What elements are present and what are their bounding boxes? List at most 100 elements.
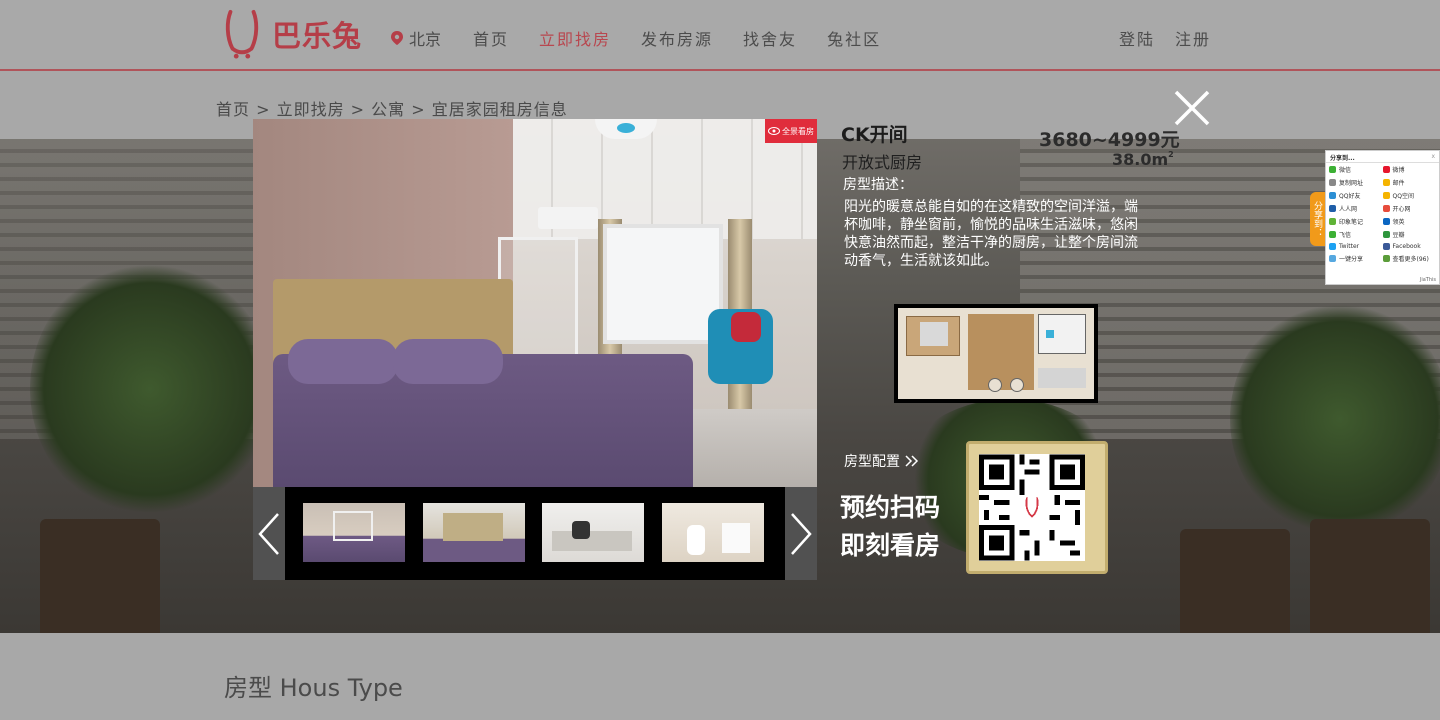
plant-right: [1230, 299, 1440, 539]
share-close-button[interactable]: x: [1431, 153, 1435, 160]
chair: [1180, 529, 1290, 633]
share-option-icon: [1382, 179, 1390, 186]
share-option-label: 人人网: [1339, 206, 1358, 213]
share-option[interactable]: 印象笔记: [1329, 217, 1383, 226]
share-option[interactable]: 一键分享: [1329, 254, 1383, 263]
share-option-icon: [1329, 231, 1336, 238]
share-footer[interactable]: JiaThis: [1420, 277, 1436, 283]
share-option[interactable]: 邮件: [1382, 178, 1437, 187]
share-option[interactable]: QQ空间: [1382, 191, 1437, 200]
vr-view-badge[interactable]: 全景看房: [765, 119, 817, 143]
breadcrumb: 首页 > 立即找房 > 公寓 > 宜居家园租房信息: [216, 100, 568, 119]
share-option-label: Twitter: [1339, 243, 1360, 250]
qr-code[interactable]: [979, 454, 1085, 561]
share-option[interactable]: 查看更多(96): [1382, 254, 1437, 263]
nav-home[interactable]: 首页: [473, 26, 509, 50]
share-option-label: Facebook: [1392, 243, 1421, 250]
qr-code-pattern: [979, 454, 1085, 561]
share-option-icon: [1382, 255, 1390, 262]
share-option-icon: [1329, 166, 1336, 173]
price-range: 3680~4999元: [1039, 129, 1180, 151]
floor-plan-image[interactable]: [894, 304, 1098, 403]
site-logo[interactable]: 巴乐兔: [222, 8, 362, 60]
share-option-label: 一键分享: [1339, 256, 1364, 263]
nav-find-roommate[interactable]: 找舍友: [743, 26, 797, 50]
share-option-icon: [1329, 179, 1336, 186]
main-room-photo[interactable]: [253, 119, 817, 487]
share-option-icon: [1382, 192, 1390, 199]
thumbnail-4[interactable]: [662, 503, 764, 562]
chevron-right-icon: [791, 512, 812, 555]
room-area-unit: 2: [1168, 150, 1174, 159]
share-option-label: 微博: [1392, 167, 1405, 174]
share-option-icon: [1329, 218, 1336, 225]
share-option-label: 邮件: [1392, 180, 1405, 187]
share-option-icon: [1382, 166, 1390, 173]
share-option[interactable]: Facebook: [1382, 243, 1437, 250]
rabbit-logo-icon: [225, 9, 259, 59]
share-option[interactable]: Twitter: [1329, 243, 1383, 250]
nav-post-listing[interactable]: 发布房源: [641, 26, 713, 50]
thumbnail-1[interactable]: [303, 503, 405, 562]
thumbnail-3[interactable]: [542, 503, 644, 562]
share-option-icon: [1329, 192, 1336, 199]
city-selector[interactable]: 北京: [390, 26, 441, 50]
nav-community[interactable]: 兔社区: [827, 26, 881, 50]
share-option[interactable]: 豆瓣: [1382, 230, 1437, 239]
logo-text: 巴乐兔: [272, 19, 363, 53]
auth-links: 登陆 注册: [1119, 26, 1231, 50]
prev-photo-button[interactable]: [253, 487, 285, 580]
share-option[interactable]: 领英: [1382, 217, 1437, 226]
share-panel-header: 分享到... x: [1326, 151, 1439, 163]
qr-code-door-frame: [966, 441, 1108, 574]
share-tab[interactable]: 分享到：: [1310, 192, 1325, 246]
register-link[interactable]: 注册: [1175, 26, 1211, 50]
chair: [1310, 519, 1430, 633]
login-link[interactable]: 登陆: [1119, 26, 1155, 50]
share-option-label: 豆瓣: [1392, 232, 1405, 239]
vr-badge-label: 全景看房: [782, 126, 814, 136]
share-option[interactable]: 飞信: [1329, 230, 1383, 239]
share-option-label: 复制网址: [1339, 180, 1364, 187]
qr-cta-line-2: 即刻看房: [840, 531, 941, 560]
share-option-label: 领英: [1392, 219, 1405, 226]
share-option[interactable]: 微信: [1329, 165, 1383, 174]
qr-cta-line-1: 预约扫码: [840, 493, 941, 522]
share-panel: 分享到... x 微信 微博复制网址 邮件 QQ好友 QQ空间人人网 开心网印象笔记 领英飞…: [1325, 150, 1440, 285]
close-modal-button[interactable]: [1172, 88, 1212, 128]
share-option[interactable]: QQ好友: [1329, 191, 1383, 200]
floor-plan-drawing: [898, 308, 1094, 399]
share-option[interactable]: 复制网址: [1329, 178, 1383, 187]
room-area: 38.0m2: [1112, 150, 1174, 169]
photo-window: [603, 224, 723, 344]
main-nav: 首页 立即找房 发布房源 找舍友 兔社区: [473, 26, 911, 50]
next-photo-button[interactable]: [785, 487, 817, 580]
photo-cushion: [731, 312, 761, 342]
photo-pillow: [288, 339, 398, 384]
site-header: 巴乐兔 北京 首页 立即找房 发布房源 找舍友 兔社区 登陆 注册: [0, 0, 1440, 71]
share-option-icon: [1382, 218, 1390, 225]
plant-left: [30, 259, 270, 519]
share-option[interactable]: 微博: [1382, 165, 1437, 174]
room-area-value: 38.0m: [1112, 150, 1169, 169]
share-option[interactable]: 开心网: [1382, 204, 1437, 213]
room-type-title: CK开间: [841, 124, 908, 146]
share-option[interactable]: 人人网: [1329, 204, 1383, 213]
room-config-link[interactable]: 房型配置: [844, 451, 920, 471]
room-feature: 开放式厨房: [842, 153, 923, 172]
description-text: 阳光的暖意总能自如的在这精致的空间洋溢，端杯咖啡，静坐窗前，愉悦的品味生活滋味，…: [844, 199, 1138, 269]
share-option-icon: [1329, 205, 1336, 212]
share-option-icon: [1382, 205, 1390, 212]
double-chevron-right-icon: [905, 455, 919, 467]
share-option-label: 查看更多(96): [1392, 256, 1429, 263]
chevron-left-icon: [258, 512, 279, 555]
share-options: 微信 微博复制网址 邮件 QQ好友 QQ空间人人网 开心网印象笔记 领英飞信 豆瓣 Twitte…: [1326, 163, 1439, 265]
share-option-icon: [1329, 255, 1336, 262]
nav-find-room[interactable]: 立即找房: [539, 26, 611, 50]
share-option-icon: [1382, 231, 1390, 238]
share-option-label: 微信: [1339, 167, 1352, 174]
thumbnail-2[interactable]: [423, 503, 525, 562]
close-icon: [1174, 90, 1210, 126]
share-option-label: 飞信: [1339, 232, 1352, 239]
section-title-house-type: 房型 Hous Type: [224, 674, 403, 702]
